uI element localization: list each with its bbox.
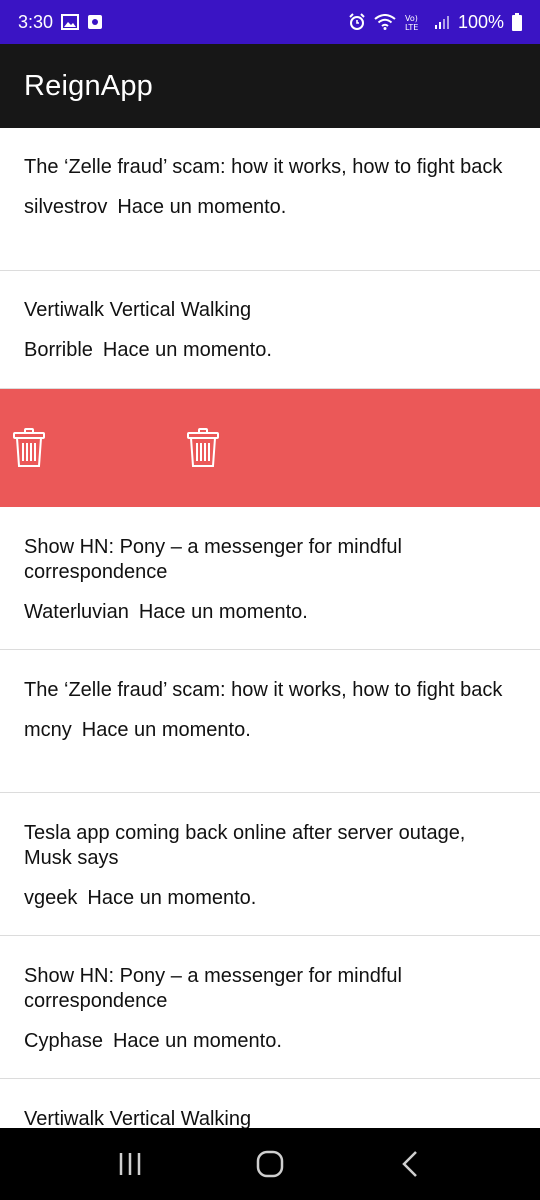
signal-icon: [434, 14, 450, 30]
alarm-icon: [348, 13, 366, 31]
post-title: Vertiwalk Vertical Walking: [24, 1108, 252, 1128]
post-time: Hace un momento.: [112, 1030, 282, 1052]
navigation-bar: [0, 1128, 540, 1200]
post-meta: Waterluvian Hace un momento.: [24, 600, 516, 625]
home-icon[interactable]: [240, 1134, 300, 1194]
list-item[interactable]: Vertiwalk Vertical Walking: [0, 1079, 540, 1128]
list-item[interactable]: The ‘Zelle fraud’ scam: how it works, ho…: [0, 128, 540, 271]
post-time: Hace un momento.: [138, 601, 308, 623]
post-meta: vgeek Hace un momento.: [24, 886, 516, 911]
post-time: Hace un momento.: [87, 887, 257, 909]
list-item[interactable]: Show HN: Pony – a messenger for mindful …: [0, 936, 540, 1079]
trash-icon[interactable]: [187, 428, 219, 473]
list-item[interactable]: Tesla app coming back online after serve…: [0, 793, 540, 936]
app-bar: ReignApp: [0, 44, 540, 128]
recent-apps-icon[interactable]: [100, 1134, 160, 1194]
status-time: 3:30: [18, 11, 54, 32]
list-item[interactable]: Show HN: Pony – a messenger for mindful …: [0, 507, 540, 650]
post-time: Hace un momento.: [117, 196, 287, 218]
post-title: Vertiwalk Vertical Walking: [24, 299, 252, 321]
list-item[interactable]: Vertiwalk Vertical Walking Borrible Hace …: [0, 271, 540, 389]
post-list[interactable]: The ‘Zelle fraud’ scam: how it works, ho…: [0, 128, 540, 1128]
post-author: Borrible: [24, 339, 93, 361]
status-right: Vo) LTE 100%: [348, 12, 522, 33]
svg-text:LTE: LTE: [405, 23, 418, 31]
post-author: Cyphase: [24, 1030, 103, 1052]
post-meta: mcny Hace un momento.: [24, 718, 516, 743]
post-time: Hace un momento.: [81, 719, 251, 741]
trash-icon[interactable]: [13, 428, 45, 473]
swipe-delete-row[interactable]: [0, 389, 540, 507]
post-meta: Borrible Hace un momento.: [24, 338, 516, 363]
post-author: silvestrov: [24, 196, 108, 218]
post-meta: silvestrov Hace un momento.: [24, 195, 516, 220]
post-title: Show HN: Pony – a messenger for mindful …: [24, 965, 402, 1012]
post-title: Show HN: Pony – a messenger for mindful …: [24, 536, 402, 583]
app-title: ReignApp: [24, 69, 153, 102]
status-bar: 3:30 Vo) LTE 100%: [0, 0, 540, 44]
wifi-icon: [374, 14, 396, 30]
battery-percent: 100%: [457, 11, 504, 32]
image-icon: [61, 14, 80, 30]
post-title: The ‘Zelle fraud’ scam: how it works, ho…: [24, 156, 503, 178]
post-meta: Cyphase Hace un momento.: [24, 1029, 516, 1054]
post-time: Hace un momento.: [102, 339, 272, 361]
post-author: vgeek: [24, 887, 78, 909]
volte-icon: Vo) LTE: [404, 13, 426, 31]
post-title: The ‘Zelle fraud’ scam: how it works, ho…: [24, 679, 503, 701]
post-title: Tesla app coming back online after serve…: [24, 822, 466, 869]
post-author: Waterluvian: [24, 601, 129, 623]
battery-icon: [512, 13, 522, 31]
status-left: 3:30: [18, 12, 103, 33]
post-author: mcny: [24, 719, 72, 741]
svg-text:Vo): Vo): [405, 14, 418, 23]
notification-icon: [87, 14, 103, 30]
list-item[interactable]: The ‘Zelle fraud’ scam: how it works, ho…: [0, 650, 540, 793]
back-icon[interactable]: [380, 1134, 440, 1194]
